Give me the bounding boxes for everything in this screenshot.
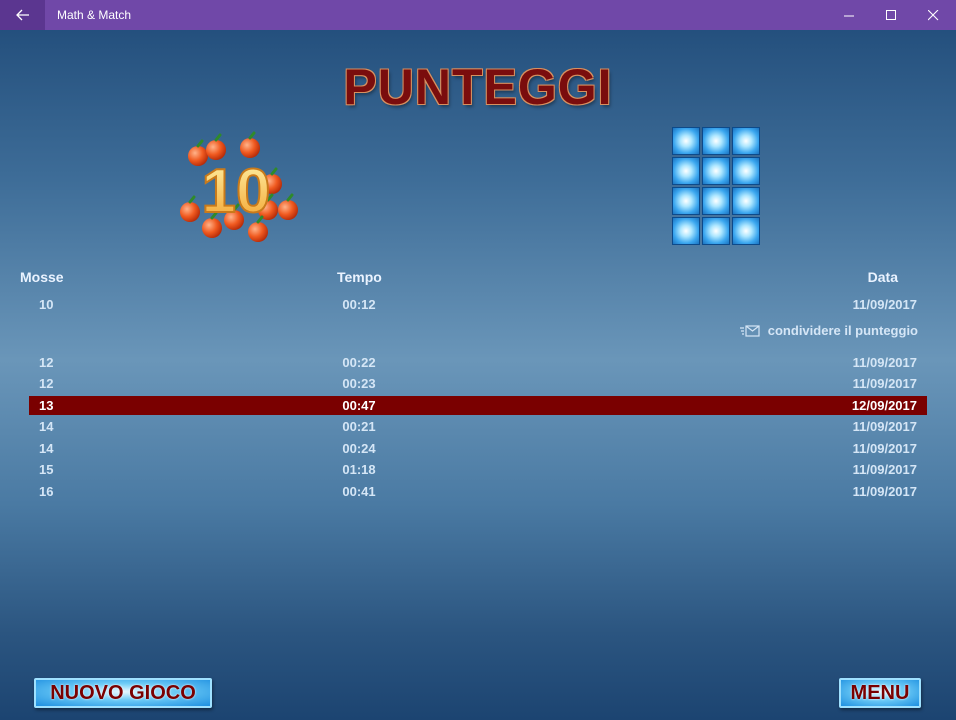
- time-cell: 00:12: [342, 297, 376, 312]
- moves-cell: 16: [39, 484, 54, 499]
- badge-number: 10: [202, 157, 271, 226]
- table-row: 16 00:41 11/09/2017: [29, 482, 927, 501]
- moves-cell: 15: [39, 462, 54, 477]
- date-cell: 11/09/2017: [852, 297, 917, 312]
- date-cell: 11/09/2017: [852, 376, 917, 391]
- app-window: Math & Match PUNTEGGI 10 Mosse Tempo Dat…: [0, 0, 956, 720]
- date-cell: 11/09/2017: [852, 462, 917, 477]
- minimize-button[interactable]: [826, 0, 872, 30]
- time-cell: 00:47: [342, 398, 376, 413]
- table-row: 14 00:21 11/09/2017: [29, 417, 927, 436]
- page-title: PUNTEGGI: [343, 59, 613, 115]
- date-cell: 11/09/2017: [852, 484, 917, 499]
- table-row: 12 00:22 11/09/2017: [29, 353, 927, 372]
- close-button[interactable]: [910, 0, 956, 30]
- table-row: 12 00:23 11/09/2017: [29, 374, 927, 393]
- time-cell: 00:41: [342, 484, 376, 499]
- date-cell: 12/09/2017: [851, 398, 917, 413]
- share-score-button[interactable]: condividere il punteggio: [739, 321, 918, 339]
- back-arrow-icon: [15, 9, 29, 21]
- moves-cell: 10: [39, 297, 54, 312]
- moves-cell: 14: [39, 441, 54, 456]
- table-row: 15 01:18 11/09/2017: [29, 460, 927, 479]
- back-button[interactable]: [0, 0, 45, 30]
- moves-cell: 12: [39, 376, 54, 391]
- minimize-icon: [843, 15, 854, 16]
- table-row: 14 00:24 11/09/2017: [29, 439, 927, 458]
- close-icon: [927, 9, 938, 20]
- mail-send-icon: [739, 325, 760, 337]
- time-cell: 00:21: [342, 419, 376, 434]
- moves-cell: 13: [39, 398, 54, 413]
- date-cell: 11/09/2017: [852, 441, 917, 456]
- time-cell: 00:24: [342, 441, 376, 456]
- share-score-label: condividere il punteggio: [767, 322, 918, 338]
- moves-cell: 14: [39, 419, 54, 434]
- time-cell: 01:18: [342, 462, 376, 477]
- table-row-highlighted: 13 00:47 12/09/2017: [29, 396, 927, 415]
- menu-button[interactable]: MENU: [839, 678, 921, 708]
- maximize-button[interactable]: [868, 0, 914, 30]
- date-cell: 11/09/2017: [852, 355, 917, 370]
- date-cell: 11/09/2017: [852, 419, 917, 434]
- moves-cell: 12: [39, 355, 54, 370]
- app-title: Math & Match: [57, 8, 132, 22]
- maximize-icon: [885, 9, 896, 20]
- time-cell: 00:23: [342, 376, 376, 391]
- header-time: Tempo: [337, 269, 382, 285]
- table-row: 10 00:12 11/09/2017: [29, 295, 927, 314]
- title-bar: Math & Match: [0, 0, 956, 30]
- card-grid-icon: [672, 127, 762, 247]
- new-game-button[interactable]: NUOVO GIOCO: [34, 678, 212, 708]
- apples-ten-badge-icon: 10: [180, 131, 298, 242]
- header-date: Data: [867, 269, 898, 285]
- time-cell: 00:22: [342, 355, 376, 370]
- header-moves: Mosse: [20, 269, 64, 285]
